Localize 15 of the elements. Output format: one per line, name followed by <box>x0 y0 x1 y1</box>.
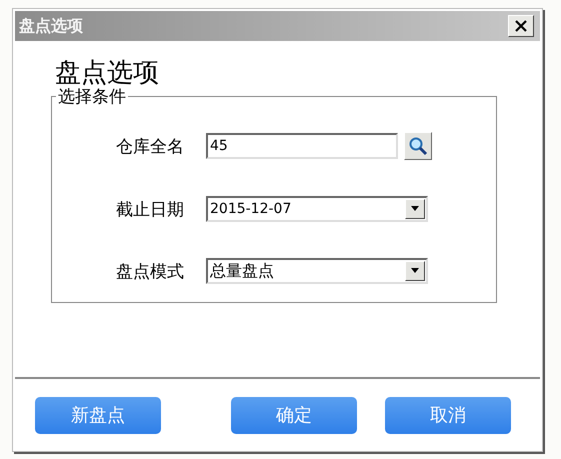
field-label: 仓库全名 <box>116 136 185 158</box>
window-title: 盘点选项 <box>19 16 83 36</box>
group-legend: 选择条件 <box>56 85 128 108</box>
dialog-heading: 盘点选项 <box>55 57 160 88</box>
field-label: 截止日期 <box>116 198 185 220</box>
close-icon <box>514 19 528 33</box>
dropdown-field[interactable]: 总量盘点 <box>206 258 428 284</box>
dropdown-arrow-icon <box>410 206 420 212</box>
search-icon <box>408 136 428 156</box>
dropdown-arrow-icon <box>410 268 420 274</box>
input-field[interactable]: 45 <box>206 133 398 159</box>
dropdown-field[interactable]: 2015-12-07 <box>206 196 428 222</box>
close-button[interactable] <box>508 15 534 37</box>
search-button[interactable] <box>404 132 432 160</box>
field-label: 盘点模式 <box>116 260 185 282</box>
